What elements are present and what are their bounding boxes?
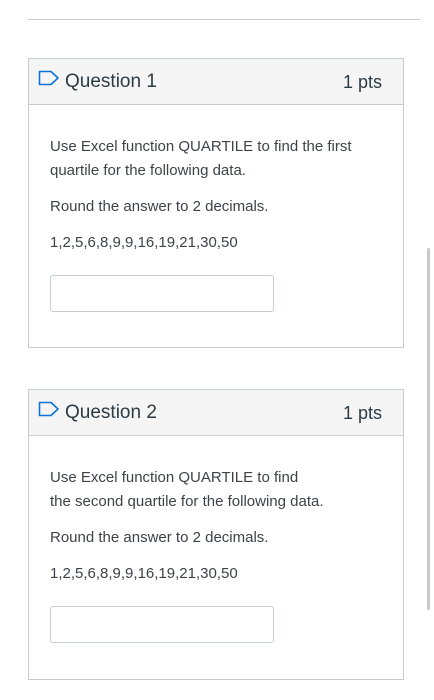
question-data-values: 1,2,5,6,8,9,9,16,19,21,30,50 <box>50 234 238 251</box>
top-divider <box>28 19 420 20</box>
question-prompt: Use Excel function QUARTILE to find the … <box>50 138 352 179</box>
answer-input[interactable] <box>50 606 274 643</box>
vertical-scrollbar[interactable] <box>427 248 430 610</box>
bookmark-flag-icon[interactable] <box>38 70 60 86</box>
question-card-2: Question 2 1 pts Use Excel function QUAR… <box>28 389 404 680</box>
question-points: 1 pts <box>342 403 382 423</box>
bookmark-flag-icon[interactable] <box>38 401 60 417</box>
question-instruction: Round the answer to 2 decimals. <box>50 529 269 546</box>
question-instruction: Round the answer to 2 decimals. <box>50 198 269 215</box>
question-title: Question 2 <box>65 402 157 423</box>
question-data-values: 1,2,5,6,8,9,9,16,19,21,30,50 <box>50 565 238 582</box>
answer-input[interactable] <box>50 275 274 312</box>
question-header: Question 1 1 pts <box>29 59 403 105</box>
question-prompt: Use Excel function QUARTILE to find the … <box>50 469 324 510</box>
question-card-1: Question 1 1 pts Use Excel function QUAR… <box>28 58 404 348</box>
question-body: Use Excel function QUARTILE to find the … <box>29 105 403 312</box>
question-body: Use Excel function QUARTILE to find the … <box>29 436 403 643</box>
question-header: Question 2 1 pts <box>29 390 403 436</box>
question-points: 1 pts <box>342 72 382 92</box>
question-title: Question 1 <box>65 71 157 92</box>
